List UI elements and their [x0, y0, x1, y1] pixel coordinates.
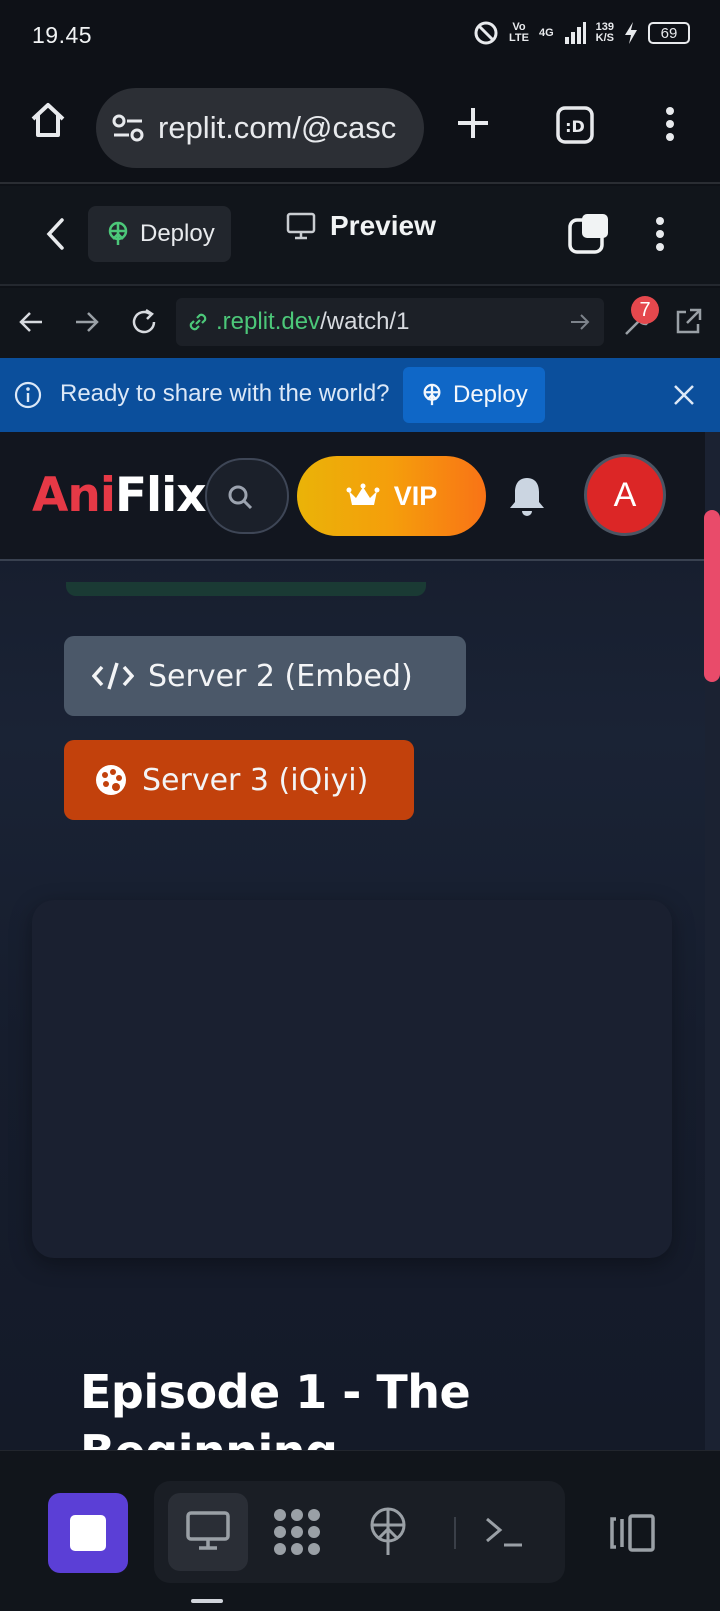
aniflix-logo[interactable]: AniFlix [32, 468, 207, 523]
url-path: /watch/1 [320, 308, 410, 335]
close-icon[interactable] [672, 383, 696, 407]
deploy-icon [423, 383, 441, 406]
monitor-icon [186, 1511, 230, 1550]
deployments-icon[interactable] [368, 1507, 408, 1557]
crown-icon [346, 483, 380, 505]
open-external-icon[interactable] [674, 308, 702, 336]
share-banner: Ready to share with the world? Deploy [0, 358, 720, 432]
monitor-icon [286, 212, 316, 240]
battery-indicator: 69 [648, 22, 690, 44]
deploy-icon [108, 221, 128, 245]
server-2-button[interactable]: Server 2 (Embed) [64, 636, 466, 716]
status-icons: Vo LTE 4G 139 K/S 69 [473, 20, 690, 46]
banner-message: Ready to share with the world? [60, 380, 390, 407]
arrow-forward-icon[interactable] [74, 310, 100, 334]
preview-label: Preview [330, 210, 436, 241]
url-host: .replit.dev [216, 308, 321, 335]
episode-title: Episode 1 - The Beginning [80, 1365, 471, 1450]
tool-tabs [154, 1481, 565, 1583]
signal-icon [564, 22, 586, 44]
app-header: AniFlix VIP A [0, 432, 705, 561]
tab-switcher-icon[interactable]: :D [556, 106, 594, 144]
bell-icon[interactable] [507, 474, 547, 518]
do-not-disturb-icon [474, 21, 498, 45]
tab-separator [454, 1517, 456, 1549]
split-panel-icon[interactable] [608, 1513, 656, 1553]
address-bar[interactable]: replit.com/@casc [96, 88, 424, 168]
replit-bottom-nav [0, 1450, 720, 1611]
tabs-overview-icon[interactable] [568, 212, 610, 254]
webview-url-field[interactable]: .replit.dev/watch/1 [176, 298, 604, 346]
gesture-bar [191, 1599, 223, 1603]
status-bar: 19.45 Vo LTE 4G 139 K/S 69 [0, 0, 720, 72]
server-3-label: Server 3 (iQiyi) [142, 762, 369, 798]
video-player[interactable] [32, 900, 672, 1258]
network-type: 4G [538, 26, 554, 39]
server-1-button-edge[interactable] [66, 582, 426, 596]
site-settings-icon[interactable] [112, 114, 144, 142]
net-speed: 139 K/S [595, 21, 614, 44]
link-icon [189, 313, 207, 331]
browser-toolbar: replit.com/@casc :D [0, 72, 720, 184]
devtools-badge: 7 [631, 296, 659, 324]
server-3-button[interactable]: Server 3 (iQiyi) [64, 740, 414, 820]
new-tab-icon[interactable] [456, 106, 490, 140]
vip-label: VIP [393, 480, 438, 511]
stop-icon [70, 1515, 106, 1551]
go-arrow-icon[interactable] [570, 312, 590, 332]
svg-text::D: :D [565, 117, 585, 136]
url-text: replit.com/@casc [158, 110, 397, 145]
workspace-menu-icon[interactable] [654, 216, 666, 252]
stop-button[interactable] [48, 1493, 128, 1573]
charging-icon [625, 22, 637, 44]
status-time: 19.45 [32, 22, 93, 48]
deploy-button[interactable]: Deploy [88, 206, 231, 262]
info-icon [14, 381, 42, 409]
tab-preview[interactable]: Preview [286, 210, 436, 242]
server-2-label: Server 2 (Embed) [148, 658, 413, 694]
app-viewport[interactable]: AniFlix VIP A Server 2 (Embed) Server 3 … [0, 432, 720, 1450]
replit-header: Deploy Preview [0, 186, 720, 286]
volte-indicator: Vo LTE [508, 21, 529, 44]
webview-toolbar: .replit.dev/watch/1 [0, 288, 720, 358]
palette-icon [96, 765, 126, 795]
shell-icon[interactable] [484, 1515, 524, 1549]
back-chevron-icon[interactable] [44, 216, 66, 252]
code-icon [92, 662, 134, 690]
tab-preview-active[interactable] [168, 1493, 248, 1571]
vip-button[interactable]: VIP [297, 456, 486, 536]
banner-deploy-label: Deploy [453, 381, 528, 408]
reload-icon[interactable] [130, 308, 158, 336]
search-button[interactable] [205, 458, 289, 534]
search-icon [228, 485, 253, 510]
browser-menu-icon[interactable] [664, 106, 676, 142]
deploy-label: Deploy [140, 220, 215, 247]
home-icon[interactable] [28, 100, 68, 140]
banner-deploy-button[interactable]: Deploy [403, 367, 545, 423]
agent-icon[interactable] [272, 1507, 322, 1557]
avatar[interactable]: A [584, 454, 666, 536]
scrollbar-thumb[interactable] [704, 510, 720, 682]
arrow-back-icon[interactable] [18, 310, 44, 334]
